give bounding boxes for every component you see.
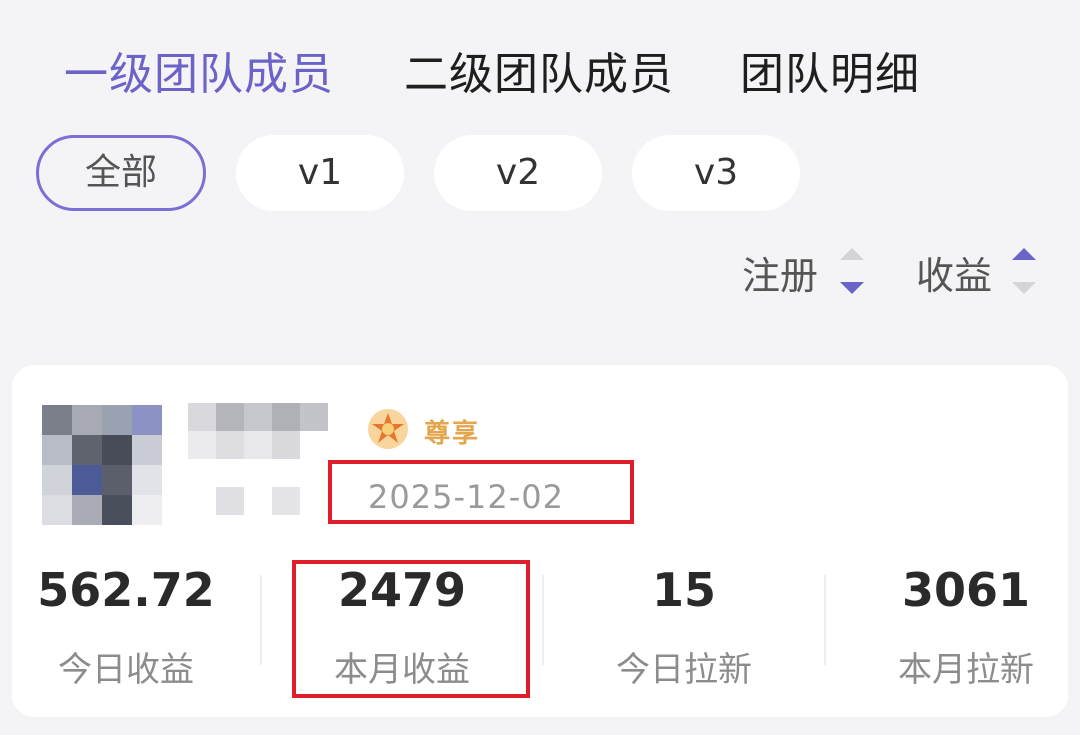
tab-level-one-members[interactable]: 一级团队成员 [64, 38, 334, 102]
divider [260, 575, 262, 665]
stat-month-new: 3061 本月拉新 [846, 560, 1080, 691]
highlight-date-box [328, 460, 634, 524]
member-card[interactable]: 尊享 2025-12-02 562.72 今日收益 2479 本月收益 15 今… [12, 365, 1068, 717]
stat-today-new: 15 今日拉新 [564, 560, 804, 691]
sort-register-arrows-icon[interactable] [840, 248, 864, 298]
member-name-blurred [188, 403, 348, 523]
avatar [42, 405, 162, 545]
tab-level-two-members[interactable]: 二级团队成员 [404, 38, 674, 102]
stat-value: 562.72 [37, 563, 215, 617]
sort-down-icon [1012, 282, 1036, 294]
stat-label: 本月拉新 [898, 650, 1034, 690]
sort-up-icon [840, 248, 864, 260]
level-filter-chips: 全部 v1 v2 v3 [0, 135, 1080, 211]
filter-v3-chip[interactable]: v3 [632, 135, 800, 211]
stat-label: 今日收益 [58, 650, 194, 690]
sort-down-icon [840, 282, 864, 294]
divider [542, 575, 544, 665]
stat-label: 今日拉新 [616, 650, 752, 690]
stat-value: 3061 [901, 563, 1031, 617]
vip-badge-label: 尊享 [424, 419, 481, 449]
sort-up-icon [1012, 248, 1036, 260]
filter-all-chip[interactable]: 全部 [36, 135, 206, 211]
sort-by-income-button[interactable]: 收益 [916, 245, 992, 305]
sort-income-arrows-icon[interactable] [1012, 248, 1036, 298]
filter-v2-chip[interactable]: v2 [434, 135, 602, 211]
divider [824, 575, 826, 665]
highlight-month-income-box [292, 560, 530, 698]
stat-today-income: 562.72 今日收益 [6, 560, 246, 691]
filter-v1-chip[interactable]: v1 [236, 135, 404, 211]
stat-value: 15 [651, 563, 716, 617]
vip-badge-icon [360, 405, 416, 453]
sort-by-register-button[interactable]: 注册 [742, 245, 818, 305]
team-tabs: 一级团队成员 二级团队成员 团队明细 [0, 30, 1080, 100]
tab-team-details[interactable]: 团队明细 [740, 38, 920, 102]
